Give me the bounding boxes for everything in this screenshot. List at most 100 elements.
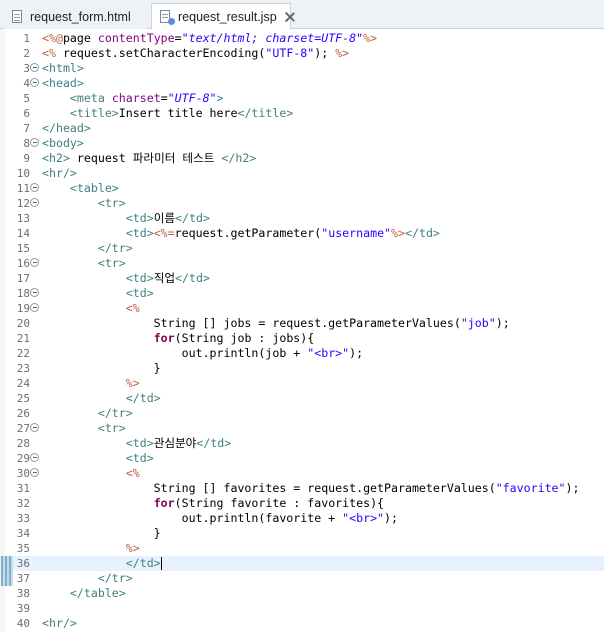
code-line[interactable]: 9 <h2> request 파라미터 테스트 </h2>: [0, 151, 604, 166]
line-number: 33: [16, 512, 30, 525]
code-line[interactable]: 34 }: [0, 526, 604, 541]
fold-collapse-icon[interactable]: [30, 423, 39, 432]
tab-request-form[interactable]: request_form.html: [3, 3, 147, 29]
fold-collapse-icon[interactable]: [30, 468, 39, 477]
fold-collapse-icon[interactable]: [30, 198, 39, 207]
code-line[interactable]: 28 <td>관심분야</td>: [0, 436, 604, 451]
code-text: for(String favorite : favorites){: [153, 496, 385, 510]
fold-collapse-icon[interactable]: [30, 63, 39, 72]
code-line[interactable]: 36 </td>: [0, 556, 604, 571]
line-number: 6: [23, 107, 30, 120]
line-number: 7: [23, 122, 30, 135]
code-text: String [] jobs = request.getParameterVal…: [42, 316, 510, 330]
code-line[interactable]: 14 <td><%=request.getParameter("username…: [0, 226, 604, 241]
line-number: 35: [16, 542, 30, 555]
code-line[interactable]: 3 <html>: [0, 61, 604, 76]
line-number: 23: [16, 362, 30, 375]
code-text: <html>: [42, 61, 84, 75]
editor-tab-bar: request_form.html request_result.jsp: [0, 0, 604, 29]
code-line[interactable]: 35 %>: [0, 541, 604, 556]
line-number: 31: [16, 482, 30, 495]
code-text: <td><%=request.getParameter("username"%>…: [125, 226, 440, 240]
code-text: <%@page contentType="text/html; charset=…: [42, 31, 378, 45]
line-number: 15: [16, 242, 30, 255]
fold-collapse-icon[interactable]: [30, 288, 39, 297]
code-line[interactable]: 29 <td>: [0, 451, 604, 466]
code-line[interactable]: 5 <meta charset="UTF-8">: [0, 91, 604, 106]
code-line[interactable]: 1 <%@page contentType="text/html; charset…: [0, 31, 604, 46]
line-number: 16: [16, 257, 30, 270]
code-line[interactable]: 13 <td>이름</td>: [0, 211, 604, 226]
code-line[interactable]: 32 for(String favorite : favorites){: [0, 496, 604, 511]
fold-collapse-icon[interactable]: [30, 258, 39, 267]
close-icon[interactable]: [285, 12, 290, 22]
code-editor[interactable]: 1 <%@page contentType="text/html; charset…: [0, 29, 604, 632]
line-number: 9: [23, 152, 30, 165]
code-text: <tr>: [97, 421, 126, 435]
code-line[interactable]: 24 %>: [0, 376, 604, 391]
code-line[interactable]: 30 <%: [0, 466, 604, 481]
code-line[interactable]: 11 <table>: [0, 181, 604, 196]
code-line[interactable]: 31 String [] favorites = request.getPara…: [0, 481, 604, 496]
line-number: 22: [16, 347, 30, 360]
code-line[interactable]: 21 for(String job : jobs){: [0, 331, 604, 346]
code-line[interactable]: 22 out.println(job + "<br>");: [0, 346, 604, 361]
code-text: for(String job : jobs){: [153, 331, 315, 345]
code-line[interactable]: 38 </table>: [0, 586, 604, 601]
code-line[interactable]: 6 <title>Insert title here</title>: [0, 106, 604, 121]
code-text: <head>: [42, 76, 84, 90]
code-text: </td>: [125, 391, 161, 405]
html-file-icon: [11, 9, 24, 24]
code-line[interactable]: 12 <tr>: [0, 196, 604, 211]
code-text: <tr>: [97, 256, 126, 270]
code-line[interactable]: 40 <hr/>: [0, 616, 604, 631]
code-line[interactable]: 16 <tr>: [0, 256, 604, 271]
line-number: 40: [16, 617, 30, 630]
fold-collapse-icon[interactable]: [30, 183, 39, 192]
code-text: </tr>: [97, 406, 133, 420]
code-line[interactable]: 15 </tr>: [0, 241, 604, 256]
code-line[interactable]: 7 </head>: [0, 121, 604, 136]
code-line[interactable]: 20 String [] jobs = request.getParameter…: [0, 316, 604, 331]
code-line[interactable]: 39: [0, 601, 604, 616]
line-number: 39: [16, 602, 30, 615]
code-line[interactable]: 37 </tr>: [0, 571, 604, 586]
line-number: 21: [16, 332, 30, 345]
fold-collapse-icon[interactable]: [30, 453, 39, 462]
fold-collapse-icon[interactable]: [30, 138, 39, 147]
code-line[interactable]: 4 <head>: [0, 76, 604, 91]
code-text: out.println(job + "<br>");: [42, 346, 364, 360]
code-line[interactable]: 33 out.println(favorite + "<br>");: [0, 511, 604, 526]
fold-collapse-icon[interactable]: [30, 303, 39, 312]
code-text: <%: [125, 301, 140, 315]
fold-collapse-icon[interactable]: [30, 78, 39, 87]
code-text: %>: [125, 376, 140, 390]
code-line[interactable]: 17 <td>직업</td>: [0, 271, 604, 286]
line-number: 2: [23, 47, 30, 60]
code-text: <%: [125, 466, 140, 480]
code-text: <td>관심분야</td>: [125, 436, 232, 450]
line-number: 27: [16, 422, 30, 435]
line-number: 10: [16, 167, 30, 180]
code-text: <hr/>: [42, 166, 77, 180]
code-line[interactable]: 2 <% request.setCharacterEncoding("UTF-8"…: [0, 46, 604, 61]
code-text: <% request.setCharacterEncoding("UTF-8")…: [42, 46, 350, 60]
tab-label: request_result.jsp: [178, 9, 277, 24]
code-line[interactable]: 25 </td>: [0, 391, 604, 406]
code-line[interactable]: 8 <body>: [0, 136, 604, 151]
code-line[interactable]: 27 <tr>: [0, 421, 604, 436]
line-number: 25: [16, 392, 30, 405]
code-line[interactable]: 18 <td>: [0, 286, 604, 301]
code-text: }: [42, 526, 161, 540]
code-text: <h2> request 파라미터 테스트 </h2>: [42, 151, 257, 165]
code-line[interactable]: 19 <%: [0, 301, 604, 316]
code-text: </tr>: [97, 241, 133, 255]
code-line[interactable]: 26 </tr>: [0, 406, 604, 421]
line-number: 36: [16, 557, 30, 570]
tab-label: request_form.html: [30, 9, 131, 24]
code-text: <meta charset="UTF-8">: [69, 91, 224, 105]
code-line[interactable]: 23 }: [0, 361, 604, 376]
code-text: }: [42, 361, 161, 375]
tab-request-result[interactable]: request_result.jsp: [151, 3, 291, 29]
code-line[interactable]: 10 <hr/>: [0, 166, 604, 181]
